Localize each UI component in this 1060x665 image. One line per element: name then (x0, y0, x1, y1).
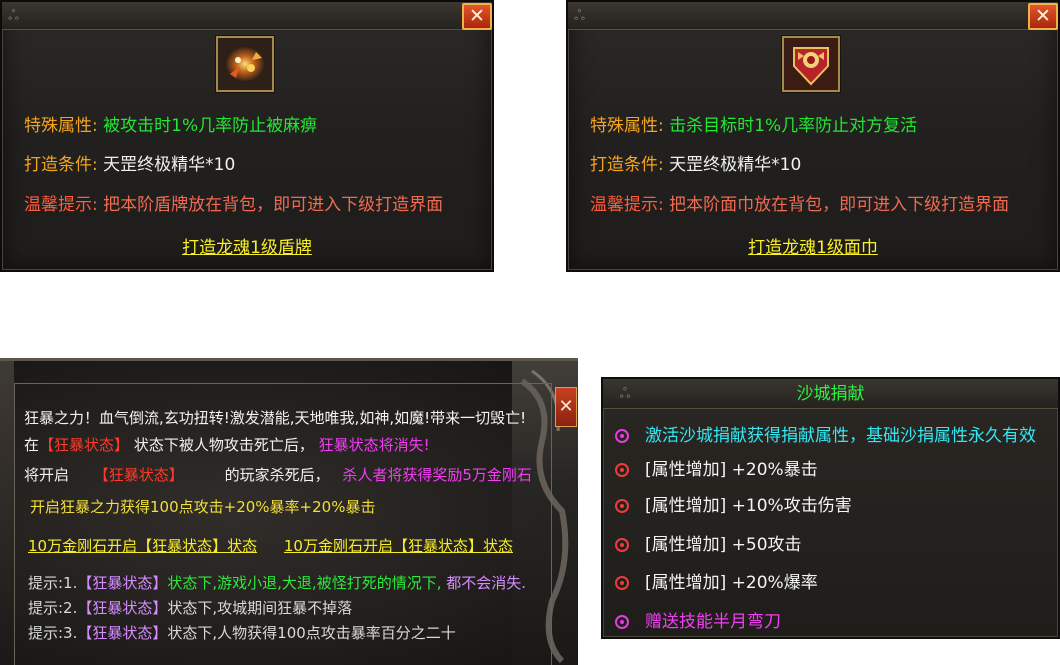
berserk-panel: ✕ 狂暴之力！血气倒流,玄功扭转!激发潜能,天地唯我,如神,如魔!带来一切毁亡!… (0, 358, 578, 665)
forge-condition-label: 打造条件: (24, 155, 98, 175)
panel-titlebar: ஃ (568, 2, 1058, 30)
tip-prefix: 提示:2. (28, 599, 78, 617)
donation-row: 激活沙城捐献获得捐献属性，基础沙捐属性永久有效 (615, 424, 1036, 448)
text-in: 在 (24, 436, 40, 454)
bullet-icon (615, 429, 629, 443)
tip-prefix: 提示:1. (28, 574, 78, 592)
panel-title: 沙城捐献 (796, 384, 865, 404)
berserk-bonus: 开启狂暴之力获得100点攻击+20%暴率+20%暴击 (30, 498, 376, 516)
activate-berserk-link-1[interactable]: 10万金刚石开启【狂暴状态】状态 (28, 537, 257, 555)
special-attribute-value: 被攻击时1%几率防止被麻痹 (103, 116, 318, 136)
tip-suffix: 都不会消失. (446, 574, 527, 592)
close-button[interactable]: ✕ (1028, 3, 1058, 30)
berserk-state-tag: 【狂暴状态】 (77, 624, 168, 642)
berserk-state-tag: 【狂暴状态】 (39, 436, 130, 454)
berserk-state-tag: 【狂暴状态】 (77, 599, 168, 617)
special-attribute-row: 特殊属性: 击杀目标时1%几率防止对方复活 (590, 115, 917, 137)
forge-condition-label: 打造条件: (590, 155, 664, 175)
berserk-intro: 狂暴之力！血气倒流,玄功扭转!激发潜能,天地唯我,如神,如魔!带来一切毁亡! (24, 409, 527, 427)
special-attribute-row: 特殊属性: 被攻击时1%几率防止被麻痹 (24, 115, 317, 137)
bullet-icon (615, 538, 629, 552)
mask-item-icon (782, 36, 840, 92)
tip-text: 状态下,攻城期间狂暴不掉落 (167, 599, 353, 617)
special-attribute-label: 特殊属性: (24, 116, 98, 136)
text-open: 将开启 (24, 466, 70, 484)
special-attribute-label: 特殊属性: (590, 116, 664, 136)
tip-label: 温馨提示: (24, 195, 98, 215)
donation-text: 激活沙城捐献获得捐献属性，基础沙捐属性永久有效 (645, 426, 1036, 446)
forge-condition-value: 天罡终极精华*10 (669, 155, 802, 175)
berserk-state-tag: 【狂暴状态】 (93, 466, 184, 484)
donation-row: 赠送技能半月弯刀 (615, 610, 781, 634)
tip-prefix: 提示:3. (28, 624, 78, 642)
berserk-tip-2: 提示:2.【狂暴状态】状态下,攻城期间狂暴不掉落 (28, 598, 352, 618)
tip-row: 温馨提示: 把本阶盾牌放在背包，即可进入下级打造界面 (24, 194, 443, 216)
ornament-icon: ஃ (619, 386, 631, 402)
tip-value: 把本阶面巾放在背包，即可进入下级打造界面 (669, 195, 1010, 215)
berserk-activate-links: 10万金刚石开启【狂暴状态】状态 10万金刚石开启【狂暴状态】状态 (28, 536, 513, 556)
close-button[interactable]: ✕ (462, 3, 492, 30)
bullet-icon (615, 499, 629, 513)
shield-item-icon (216, 36, 274, 92)
forge-mask-link[interactable]: 打造龙魂1级面巾 (568, 233, 1058, 258)
donation-text: [属性增加] +10%攻击伤害 (645, 496, 852, 516)
forge-shield-link[interactable]: 打造龙魂1级盾牌 (2, 233, 492, 258)
close-button[interactable]: ✕ (555, 387, 577, 427)
killer-reward-text: 杀人者将获得奖励5万金刚石 (342, 466, 532, 484)
forge-condition-row: 打造条件: 天罡终极精华*10 (24, 154, 235, 176)
berserk-tip-3: 提示:3.【狂暴状态】状态下,人物获得100点攻击暴率百分之二十 (28, 623, 456, 643)
panel-title-bar: ஃ 沙城捐献 (603, 379, 1058, 409)
donation-text: [属性增加] +20%暴击 (645, 460, 818, 480)
special-attribute-value: 击杀目标时1%几率防止对方复活 (669, 116, 918, 136)
berserk-state-tag: 【狂暴状态】 (77, 574, 168, 592)
dragon-ornament-left (0, 361, 14, 665)
donation-row: [属性增加] +10%攻击伤害 (615, 494, 852, 518)
berserk-tip-1: 提示:1.【狂暴状态】状态下,游戏小退,大退,被怪打死的情况下, 都不会消失. (28, 573, 526, 593)
forge-panel-shield: ஃ ✕ 特殊属性: 被攻击时1%几率防止被麻痹 打造条件: 天罡终极精华*10 (0, 0, 494, 272)
donation-row: [属性增加] +20%暴击 (615, 458, 818, 482)
berserk-death-rule: 在【狂暴状态】 状态下被人物攻击死亡后， 狂暴状态将消失! (24, 435, 430, 455)
bullet-icon (615, 463, 629, 477)
forge-condition-value: 天罡终极精华*10 (103, 155, 236, 175)
tip-row: 温馨提示: 把本阶面巾放在背包，即可进入下级打造界面 (590, 194, 1009, 216)
tip-text: 状态下,游戏小退,大退,被怪打死的情况下, (167, 574, 442, 592)
panel-titlebar: ஃ (2, 2, 492, 30)
tip-text: 状态下,人物获得100点攻击暴率百分之二十 (167, 624, 456, 642)
donation-row: [属性增加] +50攻击 (615, 533, 802, 557)
donation-text: [属性增加] +50攻击 (645, 535, 802, 555)
donation-text: 赠送技能半月弯刀 (645, 612, 781, 632)
forge-condition-row: 打造条件: 天罡终极精华*10 (590, 154, 801, 176)
berserk-kill-reward-rule: 将开启 【狂暴状态】 的玩家杀死后， 杀人者将获得奖励5万金刚石 (24, 465, 532, 485)
castle-donation-panel: ஃ 沙城捐献 激活沙城捐献获得捐献属性，基础沙捐属性永久有效 [属性增加] +2… (601, 377, 1060, 639)
bullet-icon (615, 576, 629, 590)
bullet-icon (615, 615, 629, 629)
tip-value: 把本阶盾牌放在背包，即可进入下级打造界面 (103, 195, 444, 215)
ornament-icon: ஃ (574, 8, 585, 24)
death-rule-text: 状态下被人物攻击死亡后， (133, 436, 314, 454)
donation-text: [属性增加] +20%爆率 (645, 573, 818, 593)
kill-rule-text: 的玩家杀死后， (224, 466, 330, 484)
state-vanish-text: 狂暴状态将消失! (318, 436, 430, 454)
ornament-icon: ஃ (8, 8, 19, 24)
forge-panel-mask: ஃ ✕ 特殊属性: 击杀目标时1%几率防止对方复活 打造条件: 天罡终极精华*1… (566, 0, 1060, 272)
activate-berserk-link-2[interactable]: 10万金刚石开启【狂暴状态】状态 (284, 537, 513, 555)
tip-label: 温馨提示: (590, 195, 664, 215)
donation-row: [属性增加] +20%爆率 (615, 571, 818, 595)
